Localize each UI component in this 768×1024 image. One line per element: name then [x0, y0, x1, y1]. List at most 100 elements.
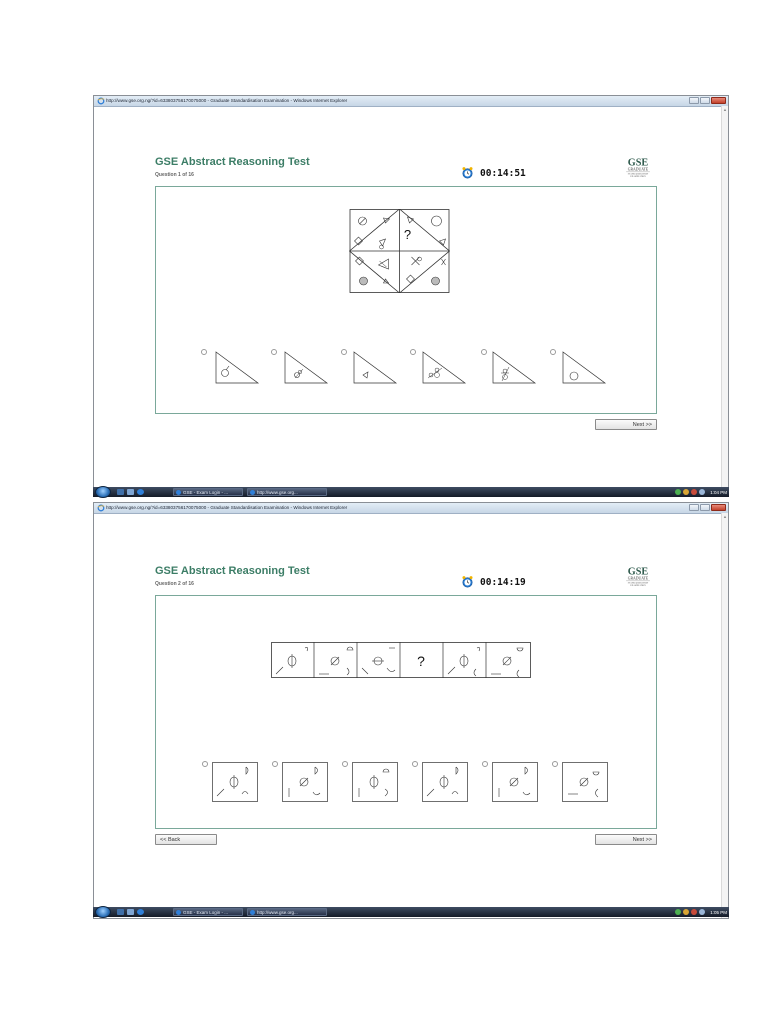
- puzzle-sequence: ?: [271, 642, 531, 678]
- browser-window-1: http://www.gse.org.ng/?id=63380375617007…: [93, 95, 729, 497]
- close-icon[interactable]: [711, 97, 726, 104]
- scroll-up-icon[interactable]: ▲: [722, 107, 728, 113]
- alert-icon[interactable]: [691, 909, 698, 915]
- volume-icon[interactable]: [699, 489, 706, 495]
- option-3-radio[interactable]: [342, 761, 348, 767]
- logo-line1: GRADUATE: [628, 577, 649, 581]
- option-1-radio[interactable]: [202, 761, 208, 767]
- title-bar[interactable]: http://www.gse.org.ng/?id=63380375617007…: [94, 503, 728, 514]
- clock-icon: [462, 167, 473, 179]
- option-6-radio[interactable]: [552, 761, 558, 767]
- task-label: http://www.gse.org...: [257, 910, 298, 915]
- window-title: http://www.gse.org.ng/?id=63380375617007…: [106, 98, 348, 103]
- option-4[interactable]: [420, 349, 468, 387]
- logo-line3: EXAMINATION: [630, 175, 646, 178]
- option-2-radio[interactable]: [271, 349, 277, 355]
- network-icon[interactable]: [675, 489, 682, 495]
- taskbar-task-gse-page[interactable]: http://www.gse.org...: [247, 908, 327, 916]
- clock-icon: [462, 576, 473, 588]
- ie-quicklaunch-icon[interactable]: [137, 909, 144, 915]
- task-label: GSE - Exam Login - ...: [183, 910, 229, 915]
- next-button[interactable]: Next >>: [595, 419, 657, 430]
- option-3[interactable]: [352, 762, 398, 802]
- option-5[interactable]: [492, 762, 538, 802]
- switch-windows-icon[interactable]: [127, 909, 134, 915]
- question-counter: Question 2 of 16: [155, 581, 194, 587]
- security-icon[interactable]: [683, 909, 690, 915]
- show-desktop-icon[interactable]: [117, 489, 124, 495]
- puzzle-grid: ?: [349, 209, 450, 293]
- option-6-radio[interactable]: [550, 349, 556, 355]
- taskbar-task-exam-login[interactable]: GSE - Exam Login - ...: [173, 908, 243, 916]
- close-icon[interactable]: [711, 504, 726, 511]
- puzzle-question-mark: ?: [404, 227, 411, 242]
- vertical-scrollbar[interactable]: ▲ ▼: [721, 106, 728, 496]
- start-orb[interactable]: [95, 906, 111, 918]
- ie-icon: [176, 910, 181, 915]
- security-icon[interactable]: [683, 489, 690, 495]
- option-1[interactable]: [213, 349, 261, 387]
- option-5-radio[interactable]: [481, 349, 487, 355]
- volume-icon[interactable]: [699, 909, 706, 915]
- start-orb[interactable]: [95, 486, 111, 498]
- minimize-icon[interactable]: [689, 504, 699, 511]
- next-button[interactable]: Next >>: [595, 834, 657, 845]
- option-3[interactable]: [351, 349, 399, 387]
- gse-logo: GSE GRADUATE STANDARDISATION EXAMINATION: [626, 157, 650, 178]
- system-tray: 1:04 PM: [675, 487, 727, 497]
- minimize-icon[interactable]: [689, 97, 699, 104]
- title-bar[interactable]: http://www.gse.org.ng/?id=63380375617007…: [94, 96, 728, 107]
- question-panel: ?: [155, 595, 657, 829]
- option-4-radio[interactable]: [412, 761, 418, 767]
- vertical-scrollbar[interactable]: ▲ ▼: [721, 513, 728, 918]
- switch-windows-icon[interactable]: [127, 489, 134, 495]
- countdown-timer: 00:14:19: [480, 577, 526, 588]
- taskbar-clock[interactable]: 1:05 PM: [710, 910, 727, 915]
- option-2[interactable]: [282, 349, 330, 387]
- puzzle-question-mark: ?: [417, 653, 425, 669]
- countdown-timer: 00:14:51: [480, 168, 526, 179]
- option-4[interactable]: [422, 762, 468, 802]
- ie-quicklaunch-icon[interactable]: [137, 489, 144, 495]
- network-icon[interactable]: [675, 909, 682, 915]
- system-tray: 1:05 PM: [675, 907, 727, 917]
- logo-line2: STANDARDISATION: [628, 172, 649, 175]
- taskbar-1: GSE - Exam Login - ... http://www.gse.or…: [93, 486, 729, 498]
- taskbar-task-exam-login[interactable]: GSE - Exam Login - ...: [173, 488, 243, 496]
- taskbar-clock[interactable]: 1:04 PM: [710, 490, 727, 495]
- question-counter: Question 1 of 16: [155, 172, 194, 178]
- option-1-radio[interactable]: [201, 349, 207, 355]
- browser-window-2: http://www.gse.org.ng/?id=63380375617007…: [93, 502, 729, 919]
- logo-line3: EXAMINATION: [630, 584, 646, 587]
- option-5[interactable]: [490, 349, 538, 387]
- question-panel: ?: [155, 186, 657, 414]
- taskbar-2: GSE - Exam Login - ... http://www.gse.or…: [93, 906, 729, 918]
- maximize-icon[interactable]: [700, 97, 710, 104]
- option-2-radio[interactable]: [272, 761, 278, 767]
- ie-icon: [97, 504, 105, 512]
- task-label: GSE - Exam Login - ...: [183, 490, 229, 495]
- task-label: http://www.gse.org...: [257, 490, 298, 495]
- show-desktop-icon[interactable]: [117, 909, 124, 915]
- option-6[interactable]: [560, 349, 608, 387]
- option-6[interactable]: [562, 762, 608, 802]
- ie-icon: [97, 97, 105, 105]
- option-2[interactable]: [282, 762, 328, 802]
- taskbar-task-gse-page[interactable]: http://www.gse.org...: [247, 488, 327, 496]
- logo-line1: GRADUATE: [628, 168, 649, 172]
- option-5-radio[interactable]: [482, 761, 488, 767]
- ie-icon: [250, 490, 255, 495]
- window-title: http://www.gse.org.ng/?id=63380375617007…: [106, 505, 348, 510]
- back-button[interactable]: << Back: [155, 834, 217, 845]
- alert-icon[interactable]: [691, 489, 698, 495]
- page-title: GSE Abstract Reasoning Test: [155, 156, 310, 168]
- scroll-up-icon[interactable]: ▲: [722, 514, 728, 520]
- option-1[interactable]: [212, 762, 258, 802]
- gse-logo: GSE GRADUATE STANDARDISATION EXAMINATION: [626, 566, 650, 587]
- page-title: GSE Abstract Reasoning Test: [155, 565, 310, 577]
- option-4-radio[interactable]: [410, 349, 416, 355]
- ie-icon: [250, 910, 255, 915]
- ie-icon: [176, 490, 181, 495]
- option-3-radio[interactable]: [341, 349, 347, 355]
- maximize-icon[interactable]: [700, 504, 710, 511]
